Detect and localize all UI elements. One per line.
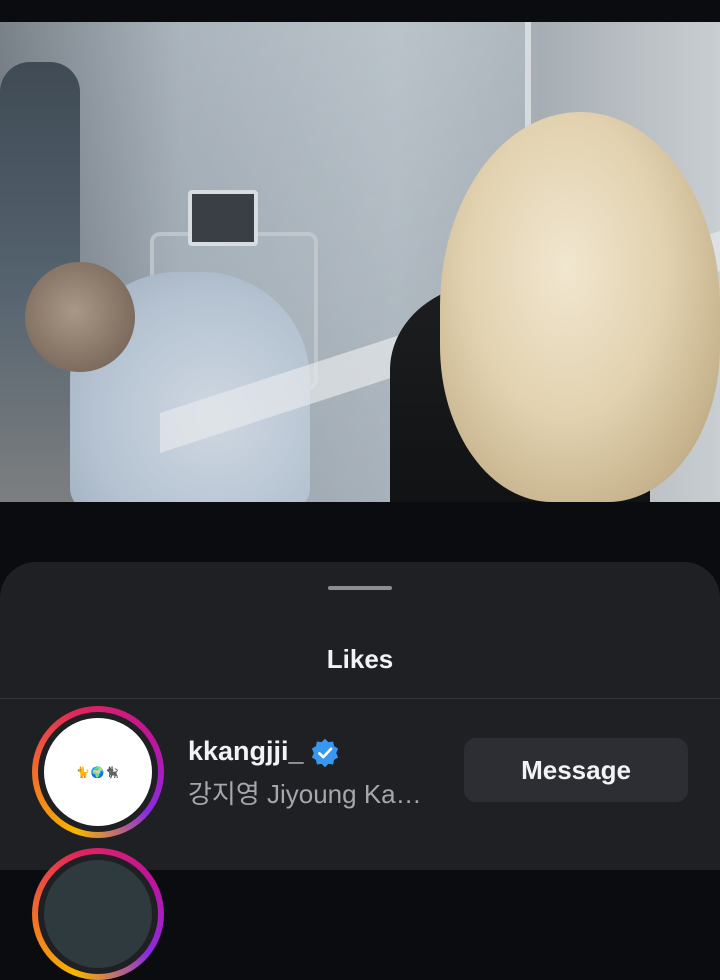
message-button[interactable]: Message [464, 738, 688, 802]
photo-woman-hair [440, 112, 720, 502]
list-item[interactable]: 🐈🌍🐈‍⬛ kkangjji_ 강지영 Jiyoung Ka… Message [0, 702, 720, 838]
avatar [44, 860, 152, 968]
photo-child-hat [25, 262, 135, 372]
avatar: 🐈🌍🐈‍⬛ [44, 718, 152, 826]
full-name: 강지영 Jiyoung Ka… [188, 779, 422, 809]
avatar-story-ring[interactable] [32, 848, 164, 980]
avatar-story-ring[interactable]: 🐈🌍🐈‍⬛ [32, 706, 164, 838]
photo-monitor [188, 190, 258, 246]
sheet-divider [0, 698, 720, 699]
username[interactable]: kkangjji_ [188, 736, 304, 767]
sheet-drag-handle[interactable] [328, 586, 392, 590]
verified-badge-icon [311, 738, 339, 768]
likes-bottom-sheet: Likes 🐈🌍🐈‍⬛ kkangjji_ 강지영 Jiyoung Ka… Me… [0, 562, 720, 980]
post-photo [0, 22, 720, 502]
sheet-title: Likes [326, 644, 394, 674]
